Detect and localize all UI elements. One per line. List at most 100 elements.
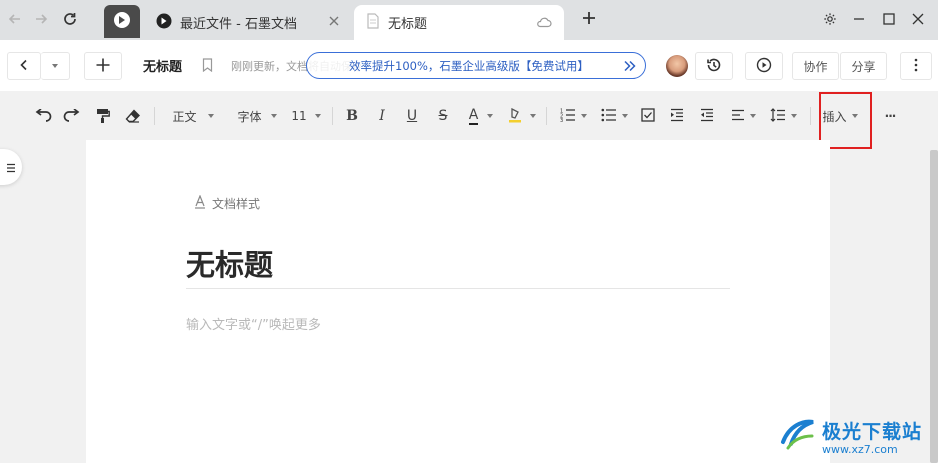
highlight-dropdown[interactable] bbox=[504, 104, 540, 128]
redo-icon[interactable] bbox=[61, 104, 81, 128]
document-title[interactable]: 无标题 bbox=[143, 56, 182, 75]
plus-icon bbox=[95, 57, 111, 76]
history-icon bbox=[705, 56, 723, 77]
cloud-icon bbox=[536, 16, 552, 32]
window-close-icon[interactable] bbox=[907, 8, 929, 30]
app-home-button[interactable] bbox=[104, 5, 140, 38]
more-toolbar-button[interactable]: ··· bbox=[878, 104, 902, 128]
promo-banner[interactable]: 效率提升100%，石墨企业高级版【免费试用】 bbox=[306, 52, 646, 79]
document-page[interactable]: 文档样式 无标题 输入文字或“/”唤起更多 bbox=[86, 140, 830, 463]
ordered-list-dropdown[interactable]: 123 bbox=[556, 104, 590, 128]
align-icon bbox=[731, 109, 745, 124]
back-button[interactable] bbox=[7, 52, 41, 80]
outline-menu-icon bbox=[6, 158, 16, 177]
chevron-left-icon bbox=[18, 59, 30, 74]
line-height-icon bbox=[770, 107, 786, 125]
formatting-toolbar: 正文 字体 11 B I U S A 123 插入 ··· bbox=[0, 91, 938, 149]
font-color-label: A bbox=[468, 106, 479, 125]
heading-divider bbox=[186, 288, 730, 289]
chevron-down-icon bbox=[207, 114, 214, 118]
font-color-dropdown[interactable]: A bbox=[463, 104, 499, 128]
outdent-button[interactable] bbox=[698, 104, 716, 128]
ordered-list-icon: 123 bbox=[560, 108, 576, 125]
font-size-dropdown[interactable]: 11 bbox=[290, 104, 322, 128]
bookmark-icon[interactable] bbox=[202, 57, 213, 76]
forward-icon[interactable] bbox=[30, 8, 52, 30]
watermark-url: www.xz7.com bbox=[822, 442, 898, 456]
text-style-icon bbox=[194, 194, 206, 212]
align-dropdown[interactable] bbox=[728, 104, 758, 128]
chevron-down-icon bbox=[749, 114, 756, 118]
bullet-list-icon bbox=[601, 108, 617, 125]
present-button[interactable] bbox=[745, 52, 783, 80]
plus-icon bbox=[581, 10, 597, 30]
document-style-label: 文档样式 bbox=[212, 197, 261, 211]
bullet-list-dropdown[interactable] bbox=[597, 104, 631, 128]
history-button[interactable] bbox=[695, 52, 733, 80]
chevron-down-icon bbox=[270, 114, 277, 118]
bold-button[interactable]: B bbox=[343, 104, 361, 128]
maximize-icon[interactable] bbox=[878, 8, 900, 30]
document-header: 无标题 刚刚更新，文档将自动保存 效率提升100%，石墨企业高级版【免费试用】 … bbox=[0, 40, 938, 91]
more-vertical-icon bbox=[914, 58, 918, 75]
shimo-logo-icon bbox=[113, 11, 131, 33]
double-chevron-right-icon bbox=[623, 58, 637, 77]
chevron-down-icon bbox=[790, 114, 797, 118]
document-style-button[interactable]: 文档样式 bbox=[194, 194, 261, 212]
chevron-down-icon bbox=[580, 114, 587, 118]
promo-text: 效率提升100%，石墨企业高级版【免费试用】 bbox=[349, 58, 589, 73]
site-watermark: 极光下载站 www.xz7.com bbox=[778, 409, 938, 463]
highlight-icon bbox=[508, 107, 522, 126]
reload-icon[interactable] bbox=[59, 8, 81, 30]
more-menu-button[interactable] bbox=[900, 52, 932, 80]
chevron-down-icon bbox=[487, 114, 494, 118]
paragraph-style-dropdown[interactable]: 正文 bbox=[167, 104, 219, 128]
document-heading[interactable]: 无标题 bbox=[186, 242, 273, 284]
avatar[interactable] bbox=[666, 55, 688, 77]
document-icon bbox=[366, 12, 380, 33]
collaborate-button[interactable]: 协作 bbox=[792, 52, 839, 80]
aurora-logo-icon bbox=[778, 414, 818, 458]
strikethrough-button[interactable]: S bbox=[434, 104, 452, 128]
minimize-icon[interactable] bbox=[848, 8, 870, 30]
checkbox-list-button[interactable] bbox=[639, 104, 657, 128]
tab-title: 无标题 bbox=[388, 17, 428, 32]
chevron-down-icon bbox=[621, 114, 628, 118]
eraser-icon[interactable] bbox=[123, 104, 143, 128]
indent-button[interactable] bbox=[668, 104, 686, 128]
format-painter-icon[interactable] bbox=[93, 104, 113, 128]
new-tab-button[interactable] bbox=[578, 9, 600, 31]
underline-button[interactable]: U bbox=[403, 104, 421, 128]
back-icon[interactable] bbox=[4, 8, 26, 30]
chevron-down-icon bbox=[52, 64, 58, 68]
checkbox-icon bbox=[641, 107, 655, 125]
tab-bar: 最近文件 - 石墨文档 无标题 bbox=[0, 0, 938, 40]
font-size-label: 11 bbox=[291, 109, 307, 123]
back-history-dropdown[interactable] bbox=[41, 52, 70, 80]
share-button[interactable]: 分享 bbox=[840, 52, 887, 80]
outline-toggle-button[interactable] bbox=[0, 149, 22, 185]
chevron-down-icon bbox=[530, 114, 536, 118]
undo-icon[interactable] bbox=[34, 104, 54, 128]
line-height-dropdown[interactable] bbox=[767, 104, 799, 128]
tab-title: 最近文件 - 石墨文档 bbox=[180, 17, 297, 32]
tab-recent-files[interactable]: 最近文件 - 石墨文档 bbox=[146, 5, 352, 40]
gear-icon[interactable] bbox=[819, 8, 841, 30]
paragraph-style-label: 正文 bbox=[172, 109, 197, 124]
close-icon[interactable] bbox=[328, 15, 340, 31]
font-family-dropdown[interactable]: 字体 bbox=[232, 104, 282, 128]
outdent-icon bbox=[700, 108, 714, 125]
indent-icon bbox=[670, 108, 684, 125]
shimo-logo-icon bbox=[156, 13, 172, 33]
new-document-button[interactable] bbox=[84, 52, 122, 80]
svg-text:3: 3 bbox=[560, 118, 563, 122]
tab-untitled[interactable]: 无标题 bbox=[354, 5, 564, 40]
font-family-label: 字体 bbox=[237, 109, 262, 124]
collaborate-label: 协作 bbox=[803, 59, 828, 74]
watermark-name: 极光下载站 bbox=[822, 420, 923, 443]
italic-button[interactable]: I bbox=[373, 104, 391, 128]
chevron-down-icon bbox=[314, 114, 321, 118]
play-icon bbox=[756, 57, 772, 76]
body-placeholder[interactable]: 输入文字或“/”唤起更多 bbox=[186, 314, 321, 333]
share-label: 分享 bbox=[851, 59, 876, 74]
